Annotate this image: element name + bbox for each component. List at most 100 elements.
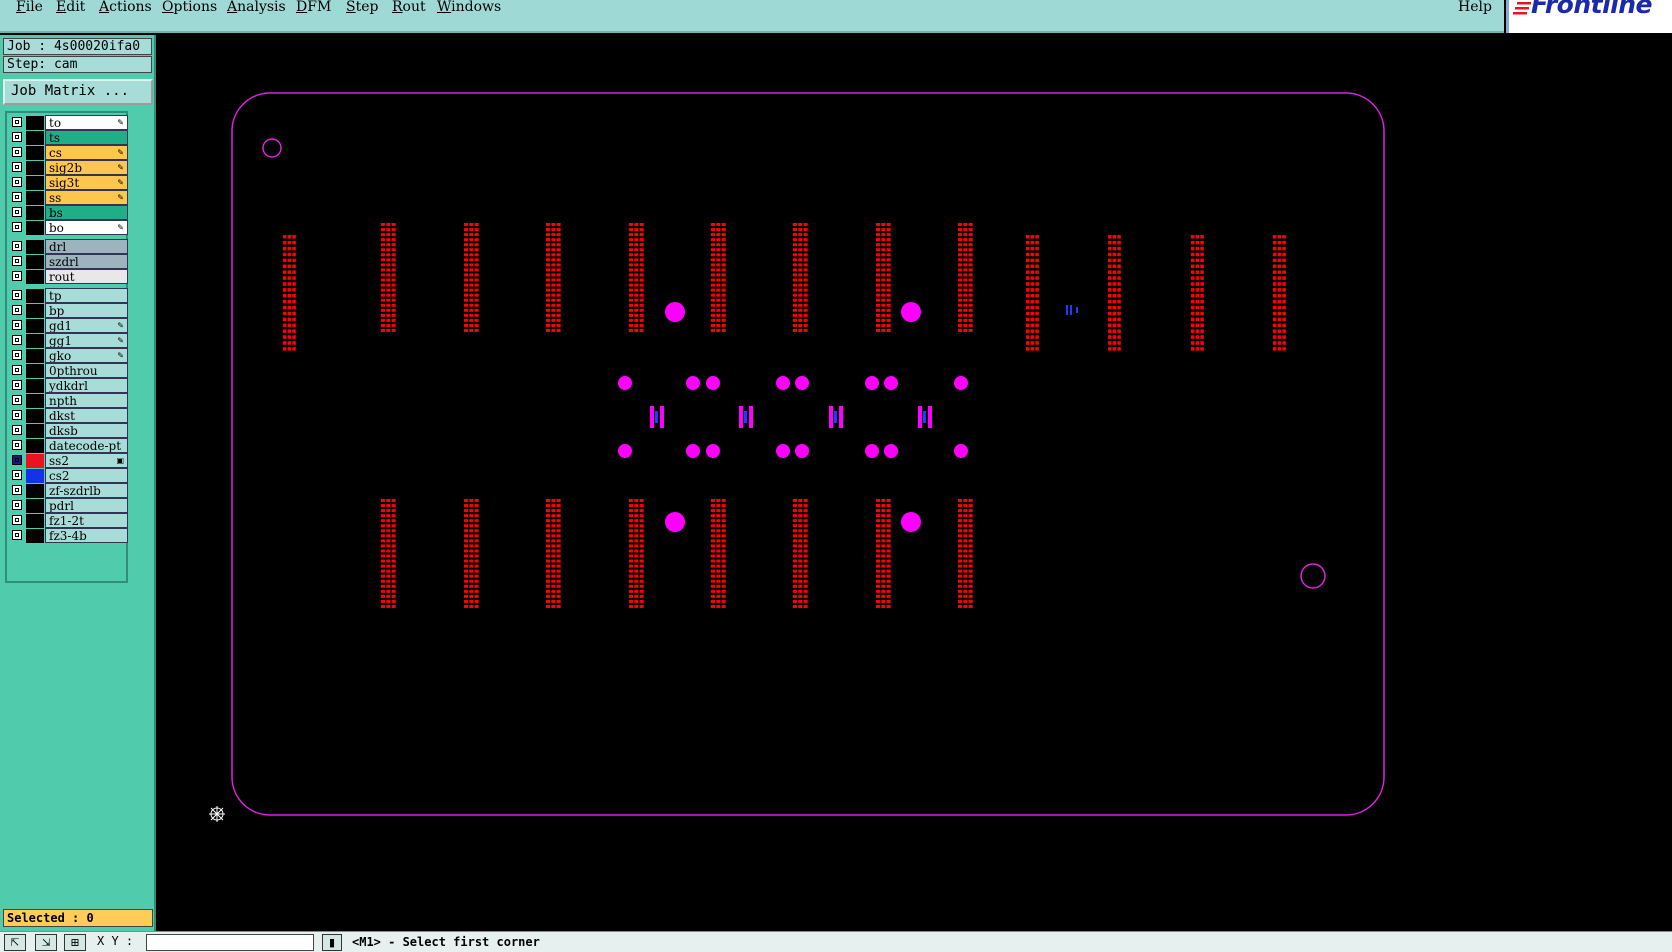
layer-name[interactable]: drl <box>45 239 128 254</box>
layer-color-swatch[interactable] <box>26 334 44 348</box>
layer-name[interactable]: bp <box>45 303 128 318</box>
layer-name[interactable]: rout <box>45 269 128 284</box>
layer-color-swatch[interactable] <box>26 240 44 254</box>
layer-color-swatch[interactable] <box>26 529 44 543</box>
layer-row-ss2[interactable]: ss2 ▣ <box>7 453 128 468</box>
layer-row-gd1[interactable]: gd1 ✎ <box>7 318 128 333</box>
layer-color-swatch[interactable] <box>26 484 44 498</box>
layer-checkbox[interactable] <box>12 500 22 510</box>
layer-name[interactable]: ss ✎ <box>45 190 128 205</box>
layer-color-swatch[interactable] <box>26 454 44 468</box>
layer-row-tp[interactable]: tp <box>7 288 128 303</box>
layer-row-szdrl[interactable]: szdrl <box>7 254 128 269</box>
layer-checkbox[interactable] <box>12 162 22 172</box>
layer-row-bp[interactable]: bp <box>7 303 128 318</box>
layer-name[interactable]: bs <box>45 205 128 220</box>
layer-color-swatch[interactable] <box>26 270 44 284</box>
layer-name[interactable]: datecode-pt <box>45 438 128 453</box>
layer-name[interactable]: tp <box>45 288 128 303</box>
layer-color-swatch[interactable] <box>26 221 44 235</box>
xy-input[interactable] <box>146 934 314 951</box>
layer-name[interactable]: to ✎ <box>45 115 128 130</box>
layer-color-swatch[interactable] <box>26 364 44 378</box>
layer-color-swatch[interactable] <box>26 304 44 318</box>
layer-row-npth[interactable]: npth <box>7 393 128 408</box>
layer-row-fz3-4b[interactable]: fz3-4b <box>7 528 128 543</box>
layer-checkbox[interactable] <box>12 305 22 315</box>
menu-actions[interactable]: Actions <box>99 0 152 14</box>
layer-checkbox[interactable] <box>12 192 22 202</box>
layer-row-zf-szdrlb[interactable]: zf-szdrlb <box>7 483 128 498</box>
layer-name[interactable]: gko ✎ <box>45 348 128 363</box>
layer-row-sig3t[interactable]: sig3t ✎ <box>7 175 128 190</box>
layer-name[interactable]: 0pthrou <box>45 363 128 378</box>
layer-checkbox[interactable] <box>12 530 22 540</box>
layer-checkbox[interactable] <box>12 395 22 405</box>
menu-step[interactable]: Step <box>346 0 378 14</box>
layer-row-bo[interactable]: bo ✎ <box>7 220 128 235</box>
layer-name[interactable]: fz3-4b <box>45 528 128 543</box>
layer-color-swatch[interactable] <box>26 116 44 130</box>
layer-color-swatch[interactable] <box>26 469 44 483</box>
layer-color-swatch[interactable] <box>26 394 44 408</box>
grid-icon[interactable]: ⊞ <box>64 934 86 951</box>
layer-color-swatch[interactable] <box>26 499 44 513</box>
layer-row-ts[interactable]: ts <box>7 130 128 145</box>
layer-color-swatch[interactable] <box>26 349 44 363</box>
layer-checkbox[interactable] <box>12 440 22 450</box>
layer-color-swatch[interactable] <box>26 514 44 528</box>
layer-row-ss[interactable]: ss ✎ <box>7 190 128 205</box>
layer-name[interactable]: bo ✎ <box>45 220 128 235</box>
layer-row-bs[interactable]: bs <box>7 205 128 220</box>
layer-name[interactable]: cs2 <box>45 468 128 483</box>
layer-name[interactable]: dksb <box>45 423 128 438</box>
menu-dfm[interactable]: DFM <box>296 0 331 14</box>
layer-name[interactable]: ss2 ▣ <box>45 453 128 468</box>
layer-color-swatch[interactable] <box>26 409 44 423</box>
layer-checkbox[interactable] <box>12 485 22 495</box>
layer-color-swatch[interactable] <box>26 424 44 438</box>
layer-color-swatch[interactable] <box>26 379 44 393</box>
layer-checkbox[interactable] <box>12 207 22 217</box>
graphics-canvas[interactable] <box>156 35 1672 931</box>
layer-name[interactable]: dkst <box>45 408 128 423</box>
layer-row-ydkdrl[interactable]: ydkdrl <box>7 378 128 393</box>
layer-row-pdrl[interactable]: pdrl <box>7 498 128 513</box>
layer-name[interactable]: sig2b ✎ <box>45 160 128 175</box>
layer-row-cs2[interactable]: cs2 <box>7 468 128 483</box>
layer-checkbox[interactable] <box>12 177 22 187</box>
layer-color-swatch[interactable] <box>26 146 44 160</box>
layer-color-swatch[interactable] <box>26 206 44 220</box>
layer-name[interactable]: ts <box>45 130 128 145</box>
layer-name[interactable]: zf-szdrlb <box>45 483 128 498</box>
layer-row-dksb[interactable]: dksb <box>7 423 128 438</box>
layer-checkbox[interactable] <box>12 320 22 330</box>
layer-name[interactable]: cs ✎ <box>45 145 128 160</box>
layer-checkbox[interactable] <box>12 147 22 157</box>
layer-row-dkst[interactable]: dkst <box>7 408 128 423</box>
layer-color-swatch[interactable] <box>26 176 44 190</box>
layer-row-cs[interactable]: cs ✎ <box>7 145 128 160</box>
layer-row-0pthrou[interactable]: 0pthrou <box>7 363 128 378</box>
menu-help[interactable]: Help <box>1458 0 1492 14</box>
menu-rout[interactable]: Rout <box>392 0 426 14</box>
layer-color-swatch[interactable] <box>26 161 44 175</box>
layer-row-drl[interactable]: drl <box>7 239 128 254</box>
layer-row-rout[interactable]: rout <box>7 269 128 284</box>
layer-row-gko[interactable]: gko ✎ <box>7 348 128 363</box>
layer-checkbox[interactable] <box>12 455 22 465</box>
snap-icon[interactable]: ⇲ <box>35 934 57 951</box>
menu-file[interactable]: File <box>16 0 43 14</box>
layer-color-swatch[interactable] <box>26 131 44 145</box>
menu-options[interactable]: Options <box>162 0 217 14</box>
layer-name[interactable]: fz1-2t <box>45 513 128 528</box>
layer-name[interactable]: szdrl <box>45 254 128 269</box>
menu-windows[interactable]: Windows <box>437 0 501 14</box>
layer-checkbox[interactable] <box>12 425 22 435</box>
layer-name[interactable]: npth <box>45 393 128 408</box>
layer-checkbox[interactable] <box>12 222 22 232</box>
layer-color-swatch[interactable] <box>26 439 44 453</box>
layer-checkbox[interactable] <box>12 470 22 480</box>
layer-name[interactable]: gd1 ✎ <box>45 318 128 333</box>
job-matrix-button[interactable]: Job Matrix ... <box>3 79 153 105</box>
